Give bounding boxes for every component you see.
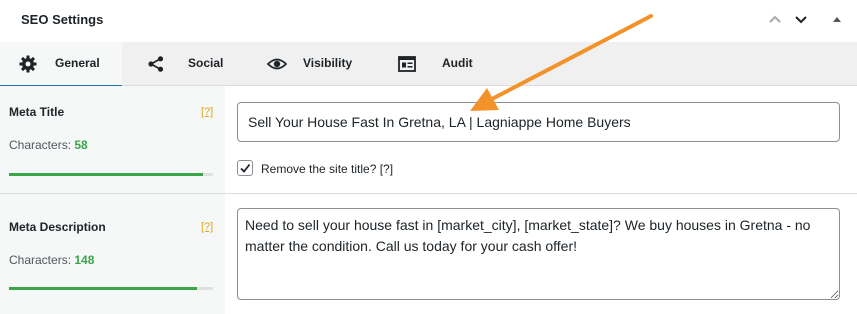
gear-icon — [18, 54, 38, 74]
tab-social-label: Social — [188, 56, 224, 70]
chevron-up-icon — [769, 15, 781, 23]
move-up-button[interactable] — [764, 9, 786, 31]
tab-social[interactable]: Social — [136, 42, 236, 85]
meta-description-label: Meta Description — [9, 220, 106, 234]
meta-description-length-bar — [9, 287, 213, 290]
tab-audit-label: Audit — [442, 56, 473, 70]
field-labels-column — [0, 86, 225, 314]
meta-title-help-link[interactable]: [?] — [201, 106, 213, 118]
tab-general-label: General — [55, 56, 100, 70]
toggle-panel-button[interactable] — [826, 9, 848, 31]
audit-icon — [397, 54, 417, 74]
meta-description-character-number: 148 — [74, 253, 95, 267]
remove-site-title-checkbox[interactable] — [237, 160, 253, 176]
remove-site-title-label[interactable]: Remove the site title? [?] — [261, 162, 393, 176]
meta-description-length-fill — [9, 287, 197, 290]
tab-visibility-label: Visibility — [303, 56, 353, 70]
meta-description-help-link[interactable]: [?] — [201, 221, 213, 233]
tab-visibility[interactable]: Visibility — [260, 42, 370, 85]
meta-title-length-fill — [9, 173, 203, 176]
eye-icon — [266, 54, 288, 74]
characters-label: Characters: — [9, 253, 72, 267]
panel-title: SEO Settings — [21, 12, 104, 27]
tab-bar: General Social Visibility Audit — [0, 42, 857, 87]
tab-general[interactable]: General — [0, 42, 122, 87]
meta-title-input[interactable] — [237, 102, 840, 142]
caret-up-icon — [833, 17, 841, 22]
meta-description-character-count: Characters: 148 — [9, 253, 94, 267]
panel-header: SEO Settings — [0, 0, 857, 43]
row-divider — [0, 193, 857, 194]
meta-description-textarea[interactable]: Need to sell your house fast in [market_… — [237, 208, 840, 300]
meta-title-label: Meta Title — [9, 105, 65, 119]
checkmark-icon — [240, 163, 251, 173]
characters-label: Characters: — [9, 138, 72, 152]
meta-title-character-number: 58 — [74, 138, 88, 152]
chevron-down-icon — [795, 16, 807, 24]
move-down-button[interactable] — [790, 9, 812, 31]
share-icon — [146, 54, 166, 74]
tab-audit[interactable]: Audit — [390, 42, 490, 85]
meta-title-character-count: Characters: 58 — [9, 138, 88, 152]
meta-title-length-bar — [9, 173, 213, 176]
